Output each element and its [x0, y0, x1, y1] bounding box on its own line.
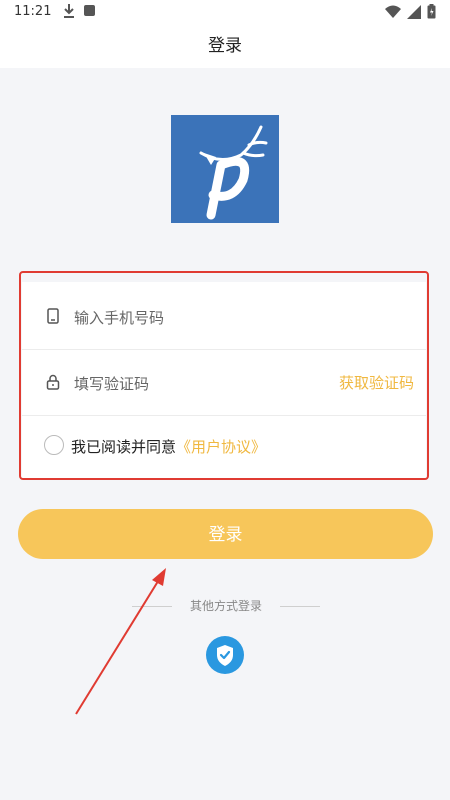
signal-icon [407, 4, 421, 23]
other-login-label: 其他方式登录 [189, 599, 262, 613]
highlight-frame [19, 271, 429, 480]
page-title: 登录 [0, 24, 450, 68]
shield-check-icon [206, 645, 244, 678]
divider-left [132, 606, 172, 607]
login-button[interactable]: 登录 [18, 509, 433, 559]
status-time: 11:21 [14, 4, 52, 19]
status-bar: 11:21 [0, 0, 450, 24]
battery-icon [427, 4, 436, 23]
app-logo [171, 115, 279, 223]
divider-right [280, 606, 320, 607]
wifi-icon [385, 5, 401, 23]
shield-login-button[interactable] [206, 636, 244, 674]
notification-icon [84, 5, 95, 16]
download-icon [62, 3, 76, 23]
status-icons [385, 4, 436, 23]
